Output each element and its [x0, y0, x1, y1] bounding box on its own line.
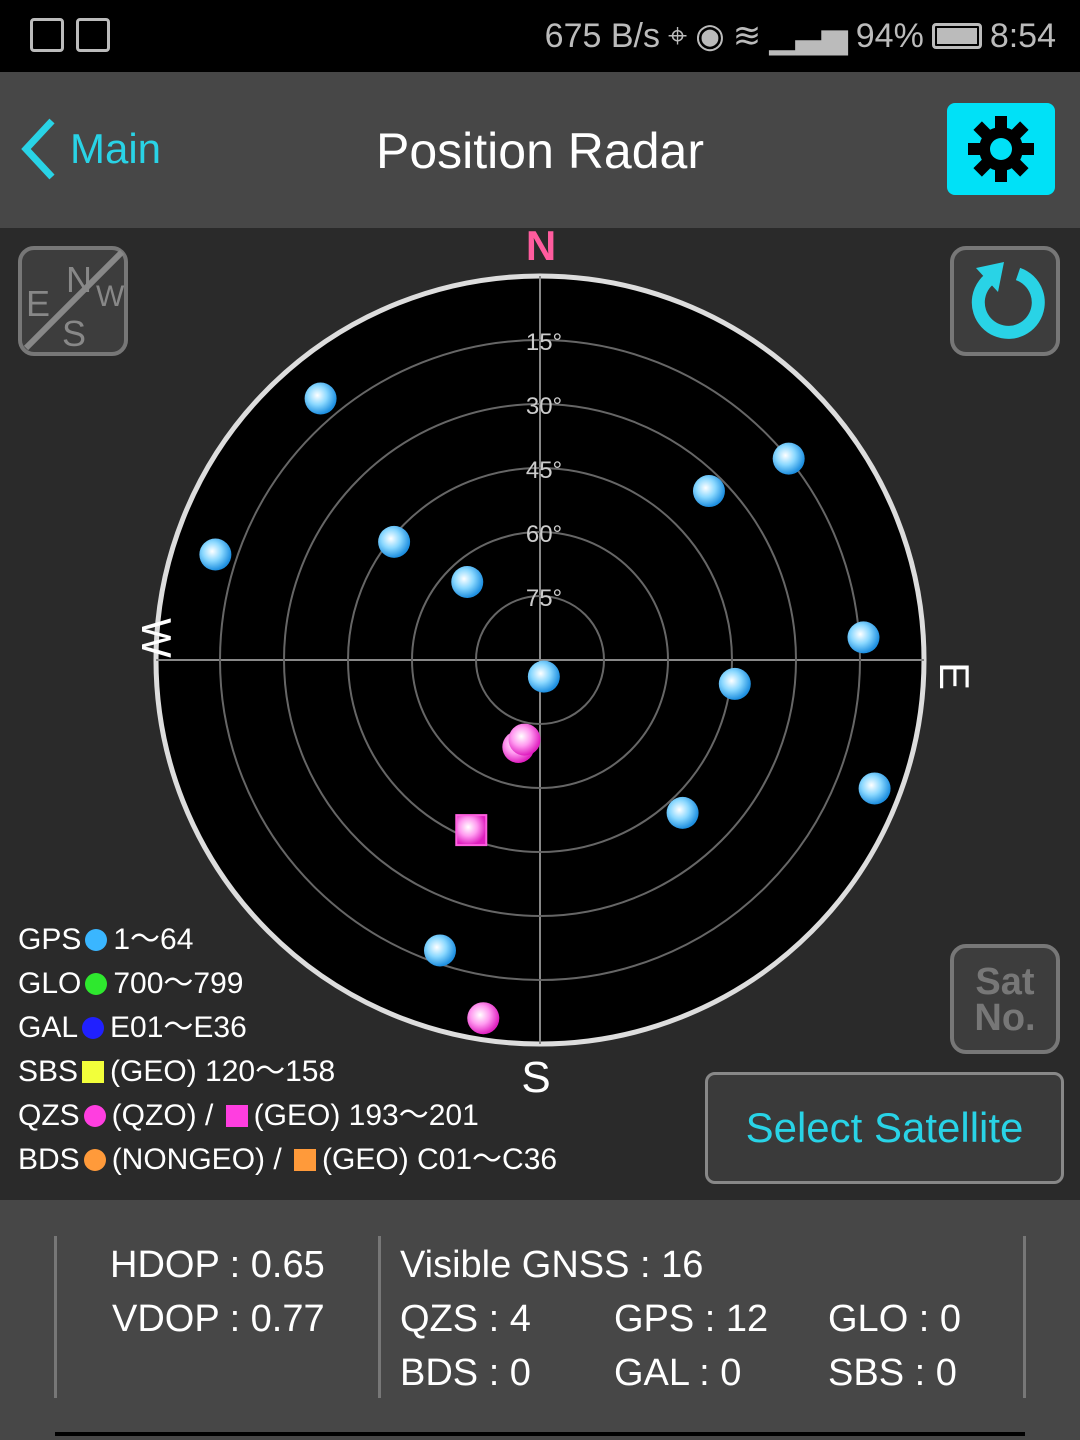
mail-icon [76, 18, 110, 52]
page-title: Position Radar [376, 123, 704, 179]
mute-icon [30, 18, 64, 52]
legend-range: (QZO) / [111, 1099, 214, 1132]
legend-system-name: QZS [18, 1099, 80, 1132]
ring-label: 60° [526, 521, 562, 548]
hdop-value: HDOP : 0.65 [110, 1244, 325, 1286]
app-header: Main Position Radar [0, 72, 1080, 228]
satellite-gps[interactable] [847, 621, 880, 654]
location-icon: ⌖ [667, 16, 688, 55]
legend-range: (GEO) C01〜C36 [322, 1143, 558, 1176]
satellite-qzs[interactable] [508, 723, 541, 756]
legend-range: (NONGEO) / [111, 1143, 282, 1176]
gear-icon [966, 114, 1036, 184]
satellite-gps[interactable] [692, 475, 725, 508]
legend-item-qzs: QZS (QZO) / (GEO) 193〜201 [18, 1094, 557, 1138]
legend-square-marker [82, 1061, 105, 1083]
legend-square-marker [294, 1149, 317, 1171]
legend-circle-marker [83, 1149, 106, 1171]
qzs-count: QZS : 4 [400, 1298, 531, 1340]
legend-circle-marker [85, 929, 108, 951]
legend-item-bds: BDS (NONGEO) / (GEO) C01〜C36 [18, 1138, 557, 1182]
divider [55, 1432, 1025, 1436]
satellite-gps[interactable] [304, 382, 337, 415]
signal-icon: ▁▃▅ [769, 17, 848, 55]
select-satellite-button[interactable]: Select Satellite [705, 1072, 1064, 1184]
legend-system-name: GLO [18, 967, 82, 1000]
satellite-qzs-geo[interactable] [455, 814, 488, 847]
eye-icon: ◉ [695, 17, 725, 55]
legend-circle-marker [85, 973, 108, 995]
legend-square-marker [225, 1105, 248, 1127]
satellite-gps[interactable] [772, 442, 805, 475]
legend-item-sbs: SBS (GEO) 120〜158 [18, 1050, 557, 1094]
ring-label: 15° [526, 329, 562, 356]
clock: 8:54 [989, 16, 1056, 55]
east-label: E [931, 662, 978, 690]
bds-count: BDS : 0 [400, 1352, 531, 1394]
satellite-gps[interactable] [858, 772, 891, 805]
legend-range: 1〜64 [113, 923, 194, 956]
legend-range: 700〜799 [113, 967, 244, 1000]
north-label: N [526, 228, 556, 269]
satellite-gps[interactable] [199, 538, 232, 571]
status-bar: 675 B/s ⌖ ◉ ≋ ▁▃▅ 94% 8:54 [0, 0, 1080, 72]
legend-range: (GEO) 120〜158 [110, 1055, 336, 1088]
west-label: W [133, 618, 180, 658]
legend-system-name: BDS [18, 1143, 80, 1176]
radar-panel: N E S W Sat No. N S E W 15° 30° 45° 60° 75° … [0, 228, 1080, 1200]
ring-label: 45° [526, 457, 562, 484]
settings-button[interactable] [947, 103, 1055, 195]
gal-count: GAL : 0 [614, 1352, 742, 1394]
network-speed: 675 B/s [544, 16, 660, 55]
battery-percent: 94% [855, 16, 924, 55]
legend-range: (GEO) 193〜201 [253, 1099, 479, 1132]
legend-circle-marker [82, 1017, 105, 1039]
gps-count: GPS : 12 [614, 1298, 769, 1340]
sbs-count: SBS : 0 [828, 1352, 957, 1394]
satellite-gps[interactable] [378, 525, 411, 558]
legend-system-name: GPS [18, 923, 82, 956]
legend-item-glo: GLO 700〜799 [18, 962, 557, 1006]
ring-label: 75° [526, 585, 562, 612]
satellite-gps[interactable] [527, 660, 560, 693]
satellite-gps[interactable] [718, 667, 751, 700]
satellite-gps[interactable] [451, 565, 484, 598]
satellite-gps[interactable] [666, 796, 699, 829]
legend-system-name: GAL [18, 1011, 79, 1044]
glo-count: GLO : 0 [828, 1298, 962, 1340]
dop-summary: HDOP : 0.65 VDOP : 0.77 Visible GNSS : 1… [0, 1200, 1080, 1440]
wifi-icon: ≋ [732, 17, 762, 55]
legend-circle-marker [83, 1105, 106, 1127]
ring-label: 30° [526, 393, 562, 420]
legend-system-name: SBS [18, 1055, 79, 1088]
legend-item-gal: GAL E01〜E36 [18, 1006, 557, 1050]
vdop-value: VDOP : 0.77 [112, 1298, 325, 1340]
legend: GPS 1〜64 GLO 700〜799 GAL E01〜E36 SBS (GEO) 120〜… [18, 918, 557, 1182]
legend-item-gps: GPS 1〜64 [18, 918, 557, 962]
legend-range: E01〜E36 [110, 1011, 247, 1044]
visible-gnss-count: Visible GNSS : 16 [400, 1244, 704, 1286]
battery-icon [931, 23, 982, 49]
